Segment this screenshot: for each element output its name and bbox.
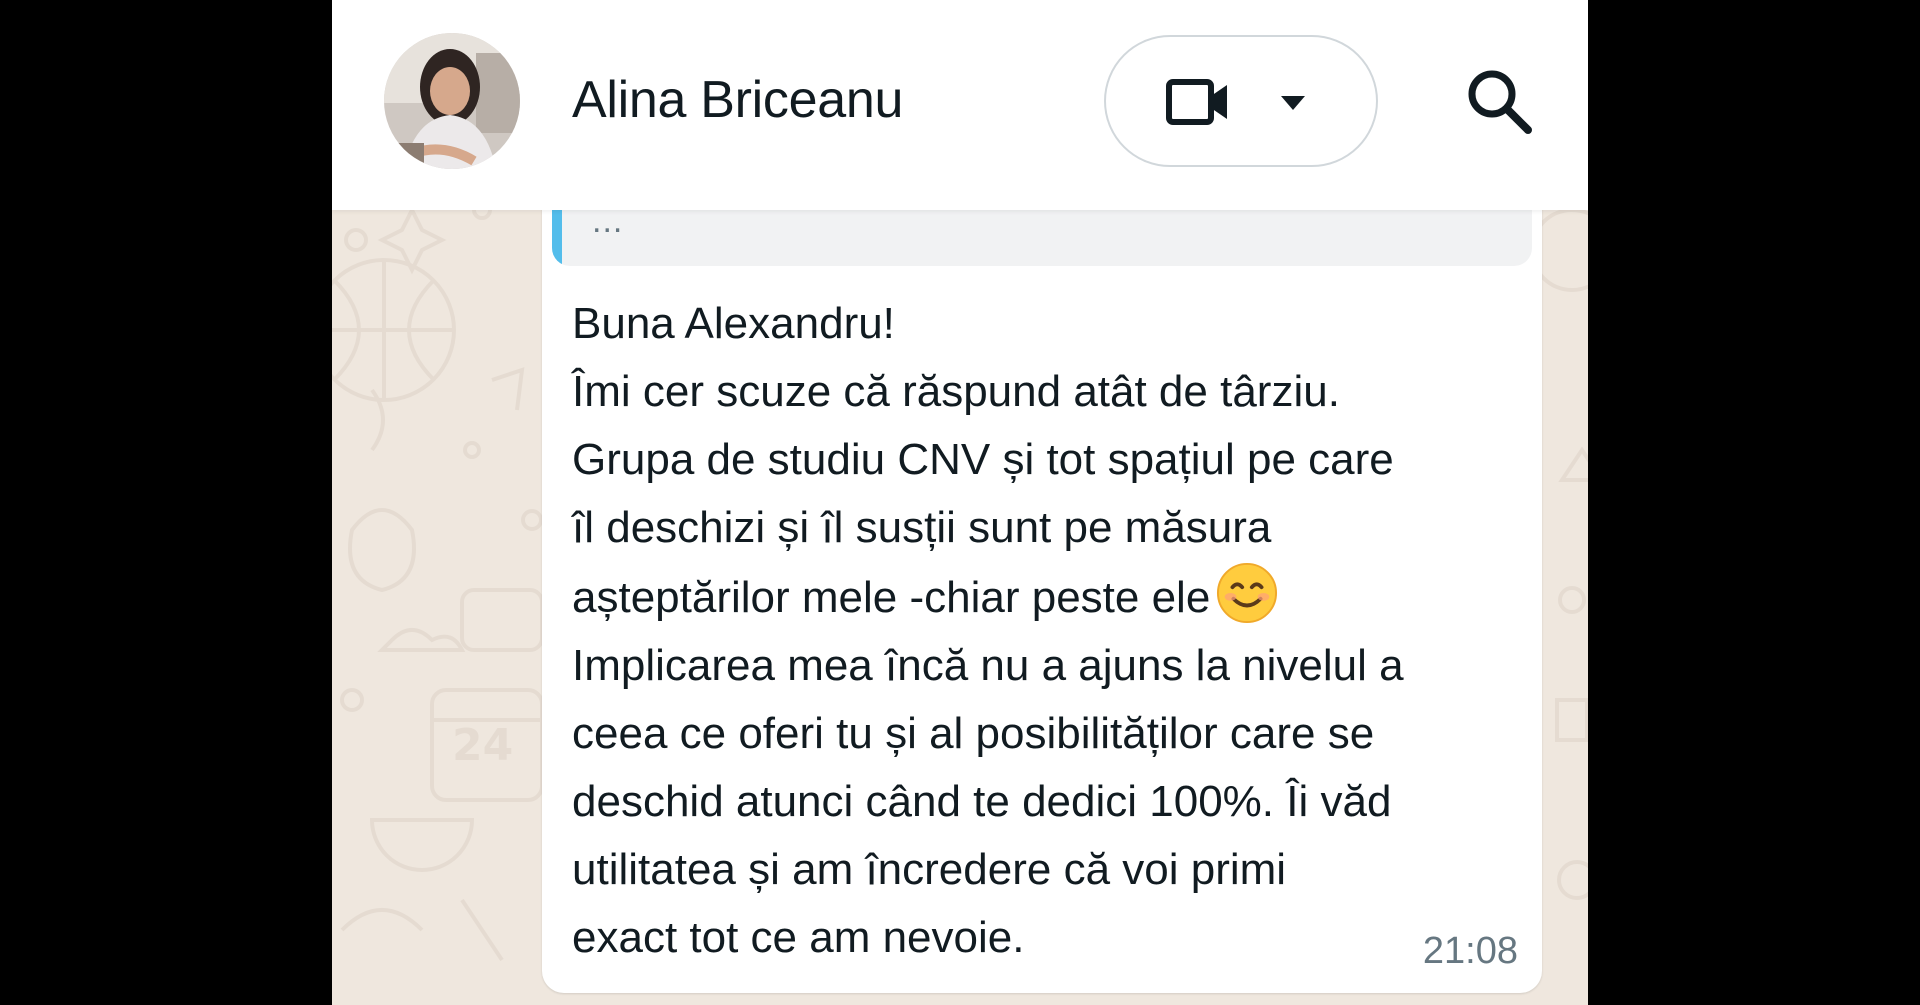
message-line: deschid atunci când te dedici 100%. Îi v… (572, 777, 1392, 826)
message-text: Buna Alexandru! Îmi cer scuze că răspund… (572, 290, 1532, 972)
message-line: Implicarea mea încă nu a ajuns la nivelu… (572, 641, 1404, 690)
contact-name[interactable]: Alina Briceanu (572, 70, 903, 130)
message-line: îl deschizi și îl susții sunt pe măsura (572, 503, 1272, 552)
contact-avatar[interactable] (384, 33, 520, 169)
message-timestamp: 21:08 (1422, 930, 1518, 972)
caret-down-icon[interactable] (1280, 95, 1306, 111)
message-line: Grupa de studiu CNV și tot spațiul pe ca… (572, 435, 1394, 484)
search-icon[interactable] (1460, 62, 1540, 142)
message-line: așteptărilor mele -chiar peste ele (572, 573, 1211, 622)
message-line: Îmi cer scuze că răspund atât de târziu. (572, 367, 1340, 416)
chat-window: 24 Alina Briceanu ... Buna Alexandru! Îm… (332, 0, 1588, 1005)
avatar-photo (384, 33, 520, 169)
video-call-button[interactable] (1104, 35, 1378, 167)
video-camera-icon (1166, 79, 1227, 125)
message-line: Buna Alexandru! (572, 299, 895, 348)
message-line: ceea ce oferi tu și al posibilităților c… (572, 709, 1375, 758)
smiling-face-emoji (1217, 562, 1278, 624)
message-line: utilitatea și am încredere că voi primi (572, 845, 1287, 894)
svg-text:24: 24 (452, 720, 513, 771)
message-line-with-emoji: așteptărilor mele -chiar peste ele (572, 562, 1532, 632)
chat-header: Alina Briceanu (332, 0, 1588, 210)
message-line: exact tot ce am nevoie. (572, 913, 1025, 962)
message-bubble[interactable]: ... Buna Alexandru! Îmi cer scuze că răs… (542, 150, 1542, 993)
